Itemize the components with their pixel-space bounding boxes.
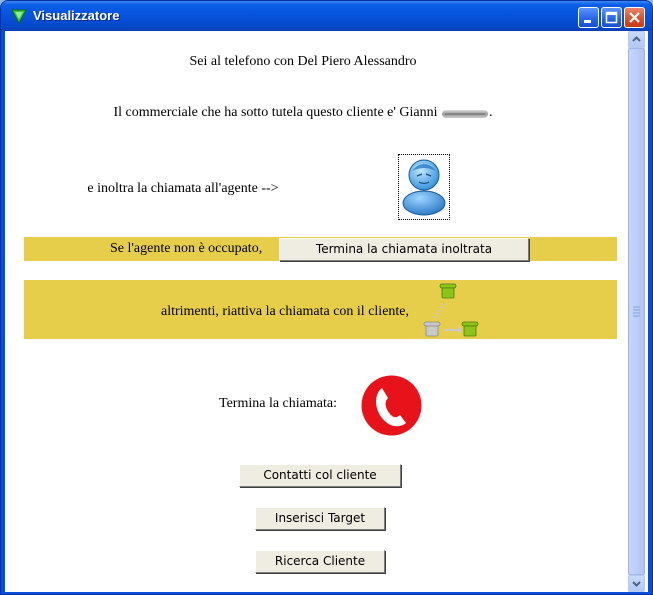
maximize-button[interactable] — [601, 7, 622, 28]
content-panel: Sei al telefono con Del Piero Alessandro… — [5, 31, 628, 592]
client-area: Sei al telefono con Del Piero Alessandro… — [5, 31, 648, 592]
sales-rep-line: Il commerciale che ha sotto tutela quest… — [8, 105, 598, 121]
end-forwarded-call-button[interactable]: Termina la chiamata inoltrata — [279, 238, 529, 261]
insert-target-button[interactable]: Inserisci Target — [255, 507, 385, 530]
reactivate-band: altrimenti, riattiva la chiamata con il … — [24, 280, 617, 339]
agent-free-text: Se l'agente non è occupato, — [110, 241, 263, 256]
scroll-thumb[interactable] — [628, 48, 645, 575]
scroll-up-button[interactable] — [628, 31, 645, 48]
search-client-button[interactable]: Ricerca Cliente — [255, 550, 385, 573]
scroll-down-button[interactable] — [628, 575, 645, 592]
hangup-phone-icon[interactable] — [360, 374, 423, 442]
minimize-button[interactable] — [578, 7, 599, 28]
user-avatar-icon — [400, 157, 448, 222]
green-triangle-icon — [11, 9, 27, 25]
sales-rep-text: Il commerciale che ha sotto tutela quest… — [113, 105, 438, 120]
title-bar[interactable]: Visualizzatore — [1, 1, 652, 31]
redacted-name-icon — [441, 108, 489, 118]
agent-free-band: Se l'agente non è occupato, Termina la c… — [24, 237, 617, 261]
phone-transfer-icon[interactable] — [420, 282, 480, 345]
window-title: Visualizzatore — [33, 8, 120, 23]
close-button[interactable] — [624, 7, 645, 28]
vertical-scrollbar[interactable] — [628, 31, 645, 592]
sales-rep-suffix: . — [489, 105, 493, 120]
contacts-button[interactable]: Contatti col cliente — [239, 464, 401, 487]
agent-button[interactable] — [398, 154, 450, 220]
hangup-label: Termina la chiamata: — [219, 396, 337, 411]
caller-info-text: Sei al telefono con Del Piero Alessandro — [189, 54, 417, 69]
application-window: Visualizzatore Sei al telefono con Del P… — [0, 0, 653, 595]
reactivate-text: altrimenti, riattiva la chiamata con il … — [161, 304, 410, 319]
